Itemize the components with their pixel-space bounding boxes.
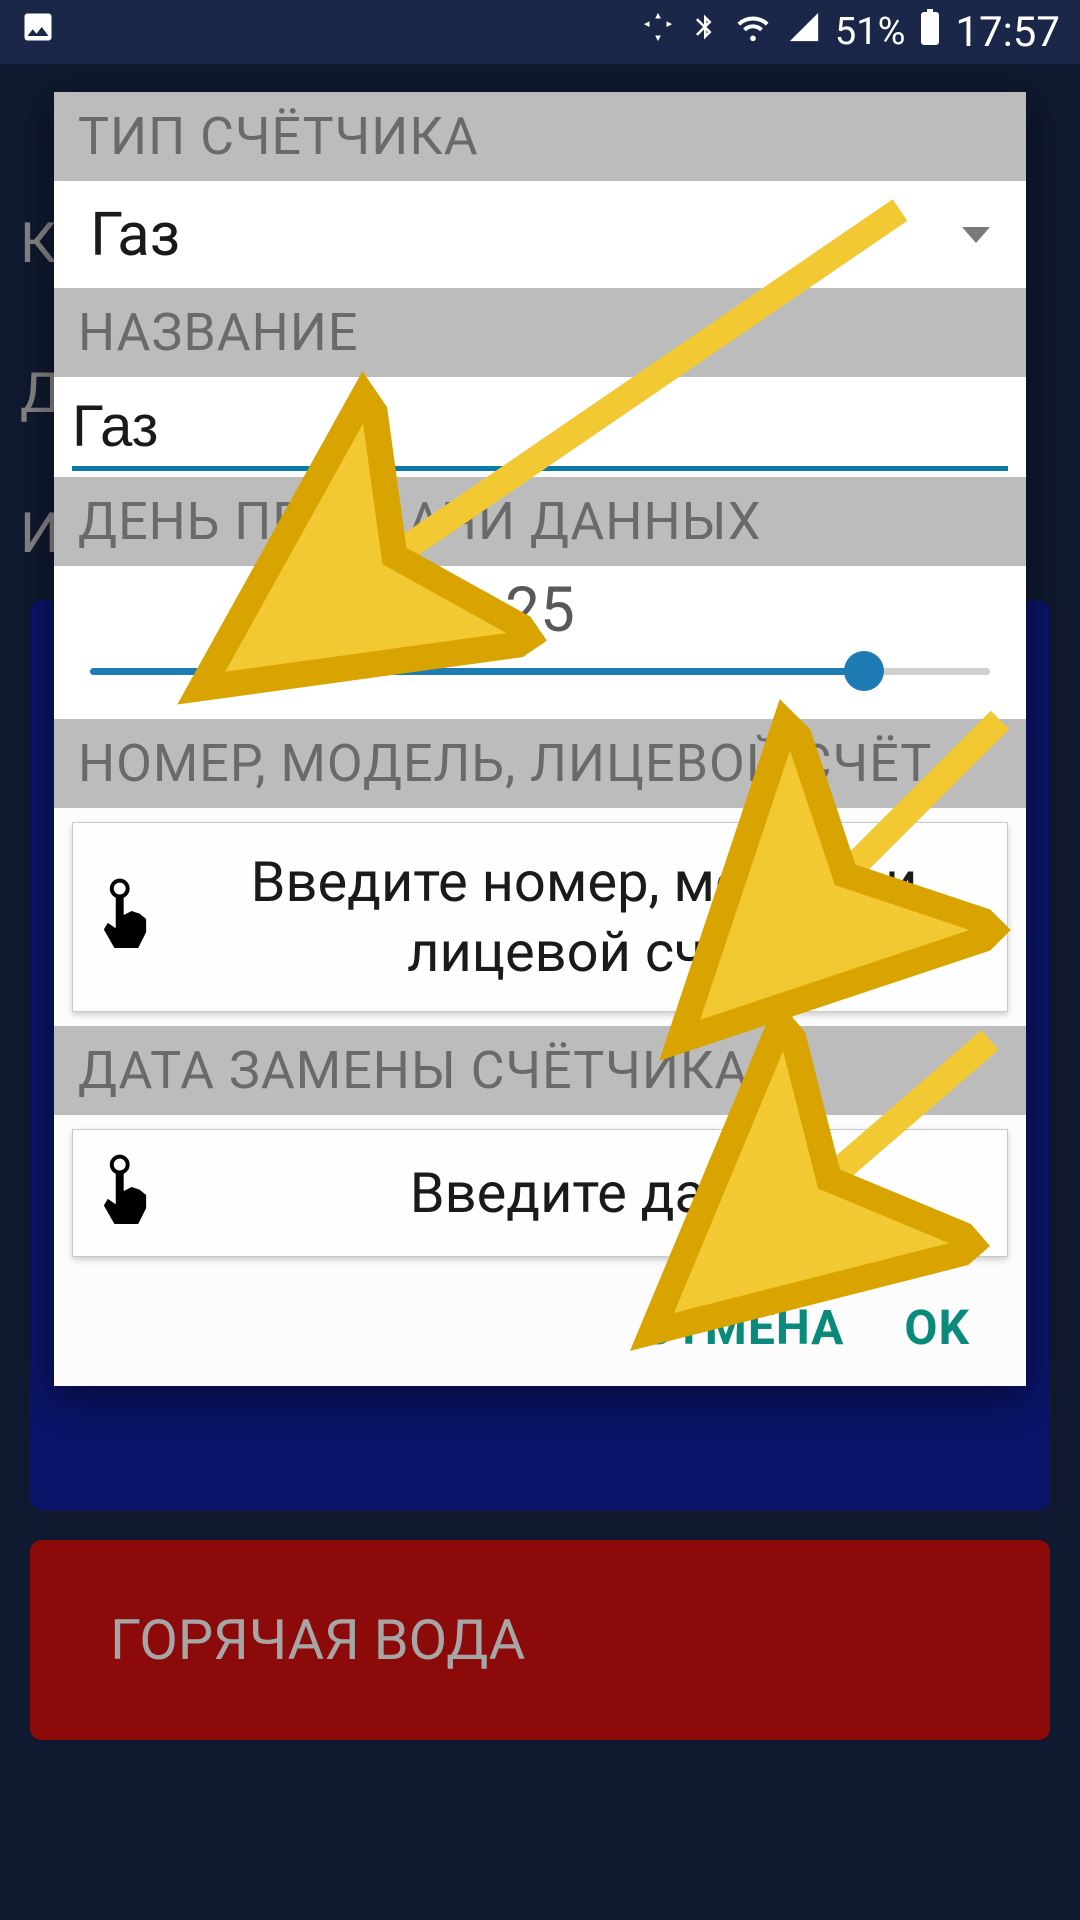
recycle-icon xyxy=(641,10,675,54)
status-bar: 51% 17:57 xyxy=(0,0,1080,64)
chevron-down-icon xyxy=(962,227,990,243)
battery-icon xyxy=(919,9,941,55)
meter-name-input[interactable] xyxy=(72,387,1008,471)
dialog-actions: ОТМЕНА OK xyxy=(54,1271,1026,1386)
battery-percent: 51% xyxy=(835,10,906,54)
meter-settings-dialog: ТИП СЧЁТЧИКА Газ НАЗВАНИЕ ДЕНЬ ПЕРЕДАЧИ … xyxy=(54,92,1026,1386)
slider-track-fill xyxy=(90,668,864,675)
meter-type-value: Газ xyxy=(90,199,962,270)
section-day-label: ДЕНЬ ПЕРЕДАЧИ ДАННЫХ xyxy=(54,477,1026,566)
enter-date-label: Введите дату xyxy=(181,1158,987,1228)
enter-model-label: Введите номер, модель и лицевой счет xyxy=(181,847,987,987)
meter-type-dropdown[interactable]: Газ xyxy=(54,181,1026,288)
section-model-label: НОМЕР, МОДЕЛЬ, ЛИЦЕВОЙ СЧЁТ xyxy=(54,719,1026,808)
tap-icon xyxy=(93,1154,157,1232)
cancel-button[interactable]: ОТМЕНА xyxy=(642,1299,845,1356)
section-date-label: ДАТА ЗАМЕНЫ СЧЁТЧИКА xyxy=(54,1026,1026,1115)
bluetooth-icon xyxy=(689,9,719,55)
day-slider[interactable] xyxy=(90,651,990,691)
image-icon xyxy=(20,9,56,55)
slider-thumb[interactable] xyxy=(844,651,884,691)
enter-date-button[interactable]: Введите дату xyxy=(72,1129,1008,1257)
clock-time: 17:57 xyxy=(955,8,1060,57)
section-name-label: НАЗВАНИЕ xyxy=(54,288,1026,377)
wifi-icon xyxy=(733,10,773,54)
tap-icon xyxy=(93,878,157,956)
signal-icon xyxy=(787,10,821,54)
ok-button[interactable]: OK xyxy=(904,1299,970,1356)
section-type-label: ТИП СЧЁТЧИКА xyxy=(54,92,1026,181)
enter-model-button[interactable]: Введите номер, модель и лицевой счет xyxy=(72,822,1008,1012)
day-slider-value: 25 xyxy=(90,574,990,647)
